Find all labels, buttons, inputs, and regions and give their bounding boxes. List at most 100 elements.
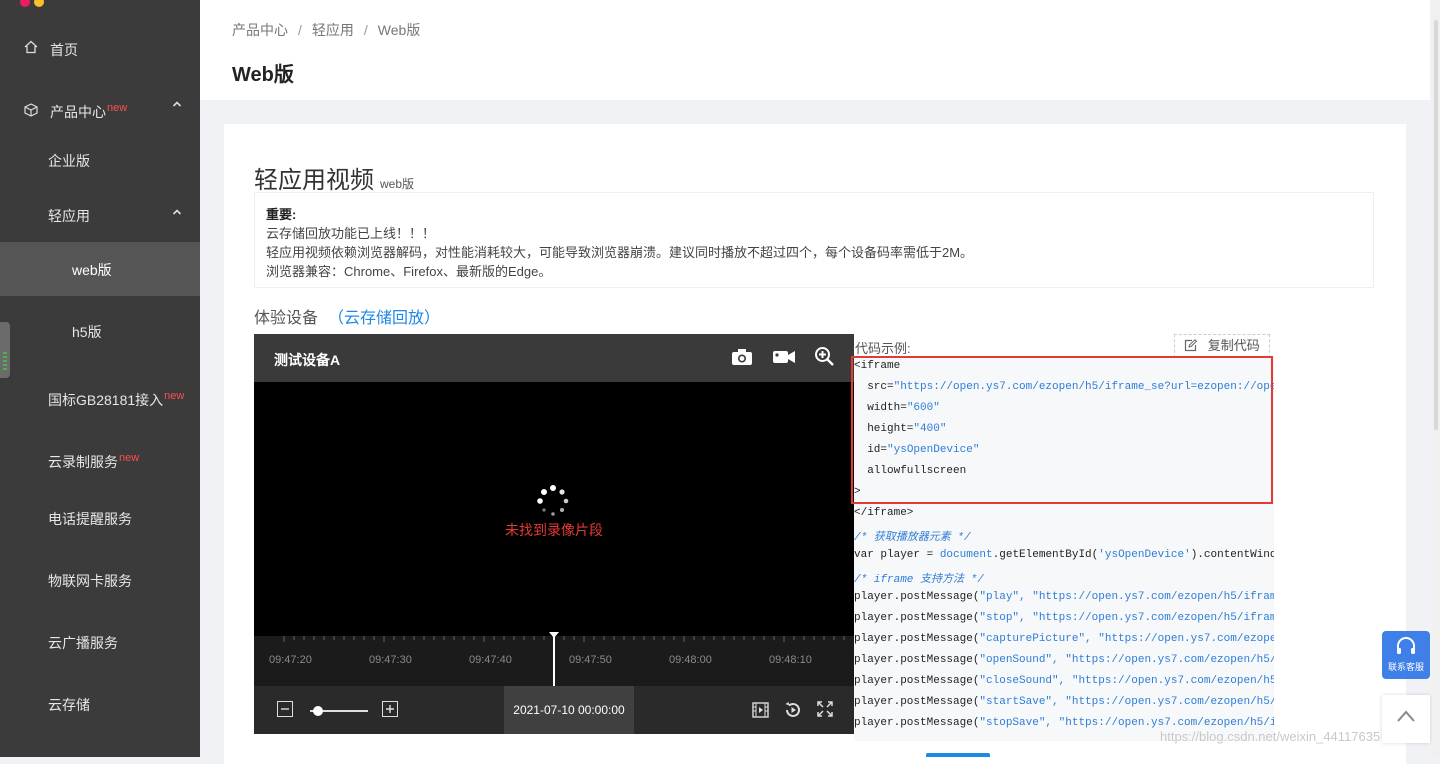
sidebar-item-label: 电话提醒服务 (48, 511, 132, 527)
sidebar-item-cloud-storage[interactable]: 云存储 (0, 684, 200, 724)
primary-button-edge[interactable] (926, 753, 990, 757)
code-token: </iframe> (854, 507, 914, 519)
sidebar-item-iot-card[interactable]: 物联网卡服务 (0, 560, 200, 600)
breadcrumb-separator: / (298, 22, 302, 38)
notice-box: 重要: 云存储回放功能已上线！！！ 轻应用视频依赖浏览器解码，对性能消耗较大，可… (254, 192, 1374, 288)
sidebar-item-gb28181[interactable]: 国标GB28181接入new (0, 378, 200, 418)
sidebar-item-phone-alert[interactable]: 电话提醒服务 (0, 498, 200, 538)
video-player[interactable]: 测试设备A 未找到录像片段 09:47:20 09:47:30 09:47:40… (254, 334, 854, 734)
timeline-label: 09:48:00 (669, 654, 712, 666)
chevron-up-icon (172, 98, 182, 112)
device-name: 测试设备A (274, 352, 341, 368)
code-token: ).contentWindow; (1190, 549, 1274, 561)
page-scrollbar[interactable] (1432, 0, 1440, 757)
code-token: "closeSound", "https://open.ys7.com/ezop… (979, 675, 1274, 687)
code-token: /* iframe 支持方法 */ (854, 574, 984, 586)
home-icon (24, 40, 38, 57)
code-sample-label: 代码示例: (855, 341, 911, 356)
code-line: player.postMessage("play", "https://open… (854, 591, 1274, 603)
code-token: "stopSave", "https://open.ys7.com/ezopen… (979, 717, 1274, 729)
code-token: /* 获取播放器元素 */ (854, 532, 971, 544)
notice-line: 云存储回放功能已上线！！！ (266, 226, 436, 241)
section-title-text: 轻应用视频 (254, 167, 374, 194)
sidebar-item-light-app[interactable]: 轻应用 (0, 195, 200, 235)
video-record-icon[interactable] (772, 348, 796, 371)
page-title: Web版 (232, 64, 294, 86)
new-badge: new (164, 390, 185, 403)
code-token: player.postMessage( (854, 633, 980, 645)
zoom-slider-knob[interactable] (313, 706, 323, 716)
sidebar-item-label: h5版 (72, 324, 102, 340)
edit-icon (1184, 338, 1208, 353)
status-message: 未找到录像片段 (505, 522, 603, 538)
timeline-label: 09:47:50 (569, 654, 612, 666)
chevron-up-icon (1396, 709, 1416, 728)
cube-icon (24, 103, 38, 120)
customer-service-button[interactable]: 联系客服 (1382, 631, 1430, 679)
breadcrumb-separator: / (363, 22, 368, 38)
headset-icon (1382, 631, 1430, 659)
timeline-label: 09:48:10 (769, 654, 812, 666)
code-token: player.postMessage( (854, 591, 980, 603)
code-line: player.postMessage("openSound", "https:/… (854, 654, 1274, 666)
code-token: player.postMessage( (854, 717, 980, 729)
chevron-up-icon (172, 206, 182, 220)
playback-history-icon[interactable] (784, 701, 802, 724)
code-token: player.postMessage( (854, 612, 980, 624)
sidebar-item-label: 国标GB28181接入 (48, 392, 164, 408)
copy-code-button[interactable]: 复制代码 (1174, 334, 1270, 358)
back-to-top-button[interactable] (1382, 695, 1430, 743)
cloud-playback-link[interactable]: （云存储回放） (328, 310, 440, 327)
code-token: player.postMessage( (854, 696, 980, 708)
loading-spinner-icon (536, 484, 570, 518)
code-token: "play", "https://open.ys7.com/ezopen/h5/… (979, 591, 1274, 603)
breadcrumb-item-product-center[interactable]: 产品中心 (232, 22, 288, 38)
code-line: player.postMessage("stop", "https://open… (854, 612, 1274, 624)
zoom-in-icon[interactable] (814, 346, 834, 371)
code-token: player.postMessage( (854, 654, 980, 666)
sidebar-drag-handle[interactable] (0, 322, 10, 378)
sidebar-item-home[interactable]: 首页 (0, 30, 200, 68)
sidebar-item-cloud-record[interactable]: 云录制服务new (0, 440, 200, 480)
notice-heading: 重要: (266, 207, 297, 222)
sidebar-item-product-center[interactable]: 产品中心new (0, 90, 200, 130)
sidebar-item-label: web版 (72, 262, 112, 278)
logo (20, 0, 48, 12)
code-token: "stop", "https://open.ys7.com/ezopen/h5/… (979, 612, 1274, 624)
playback-timeline[interactable]: 09:47:20 09:47:30 09:47:40 09:47:50 09:4… (254, 632, 854, 686)
breadcrumb-item-web: Web版 (377, 22, 421, 38)
film-clip-icon[interactable] (752, 702, 769, 723)
sidebar-item-cloud-broadcast[interactable]: 云广播服务 (0, 622, 200, 662)
experience-label: 体验设备 (254, 310, 319, 327)
code-token: "capturePicture", "https://open.ys7.com/… (979, 633, 1274, 645)
code-token: document (939, 549, 993, 561)
timeline-label: 09:47:30 (369, 654, 412, 666)
sidebar-item-label: 云录制服务 (48, 454, 118, 470)
fullscreen-icon[interactable] (817, 701, 833, 722)
sidebar-item-label: 物联网卡服务 (48, 573, 132, 589)
customer-service-label: 联系客服 (1387, 662, 1424, 672)
camera-icon[interactable] (731, 348, 753, 371)
highlight-box (851, 356, 1273, 504)
sidebar-item-h5-version[interactable]: h5版 (0, 310, 200, 350)
breadcrumb-item-light-app[interactable]: 轻应用 (312, 22, 354, 38)
timeline-cursor[interactable] (549, 632, 559, 686)
sidebar-item-label: 云广播服务 (48, 635, 118, 651)
sidebar-item-web-version[interactable]: web版 (0, 242, 200, 296)
sidebar-item-enterprise[interactable]: 企业版 (0, 140, 200, 180)
code-token: var player = (854, 549, 940, 561)
code-line: player.postMessage("stopSave", "https://… (854, 717, 1274, 729)
zoom-in-plus-icon[interactable] (382, 701, 398, 722)
code-line: /* 获取播放器元素 */ (854, 528, 971, 544)
zoom-out-icon[interactable] (277, 701, 293, 722)
new-badge: new (119, 452, 140, 465)
sidebar-item-label: 企业版 (48, 153, 90, 169)
code-line: player.postMessage("capturePicture", "ht… (854, 633, 1274, 645)
sidebar-item-label: 云存储 (48, 697, 90, 713)
sidebar-item-label: 产品中心 (50, 104, 106, 120)
code-token: 'ysOpenDevice' (1098, 549, 1191, 561)
breadcrumb: 产品中心 / 轻应用 / Web版 (232, 20, 420, 40)
new-badge: new (107, 102, 128, 115)
datetime-picker[interactable]: 2021-07-10 00:00:00 (504, 686, 634, 734)
sidebar: 首页 产品中心new 企业版 轻应用 web版 h5版 国标GB28181接入n… (0, 0, 200, 757)
